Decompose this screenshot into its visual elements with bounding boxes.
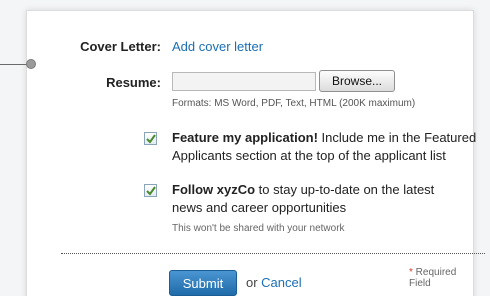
connector-dot [26,59,36,69]
feature-application-checkbox[interactable] [144,132,157,145]
follow-company-bold: Follow xyzCo [172,182,256,197]
cover-letter-label: Cover Letter: [80,39,161,54]
browse-button[interactable]: Browse... [319,70,395,92]
follow-company-checkbox[interactable] [144,184,157,197]
follow-company-text: Follow xyzCo to stay up-to-date on the l… [172,181,462,217]
required-text: Required Field [409,267,457,289]
divider [61,253,485,254]
checkmark-icon [146,134,156,144]
or-text: or [246,275,262,290]
resume-label: Resume: [106,75,161,90]
resume-formats-hint: Formats: MS Word, PDF, Text, HTML (200K … [172,98,416,109]
privacy-note: This won't be shared with your network [172,223,345,234]
required-field-note: * Required Field [409,267,473,289]
resume-file-field[interactable] [172,72,316,91]
stage: Cover Letter: Add cover letter Resume: B… [0,0,490,296]
add-cover-letter-link[interactable]: Add cover letter [172,39,263,54]
application-form-card: Cover Letter: Add cover letter Resume: B… [26,10,485,296]
checkmark-icon [146,186,156,196]
cancel-link[interactable]: Cancel [261,275,301,290]
feature-application-bold: Feature my application! [172,130,318,145]
or-cancel-group: or Cancel [246,275,302,290]
submit-button[interactable]: Submit [169,270,237,296]
feature-application-text: Feature my application! Include me in th… [172,129,490,165]
